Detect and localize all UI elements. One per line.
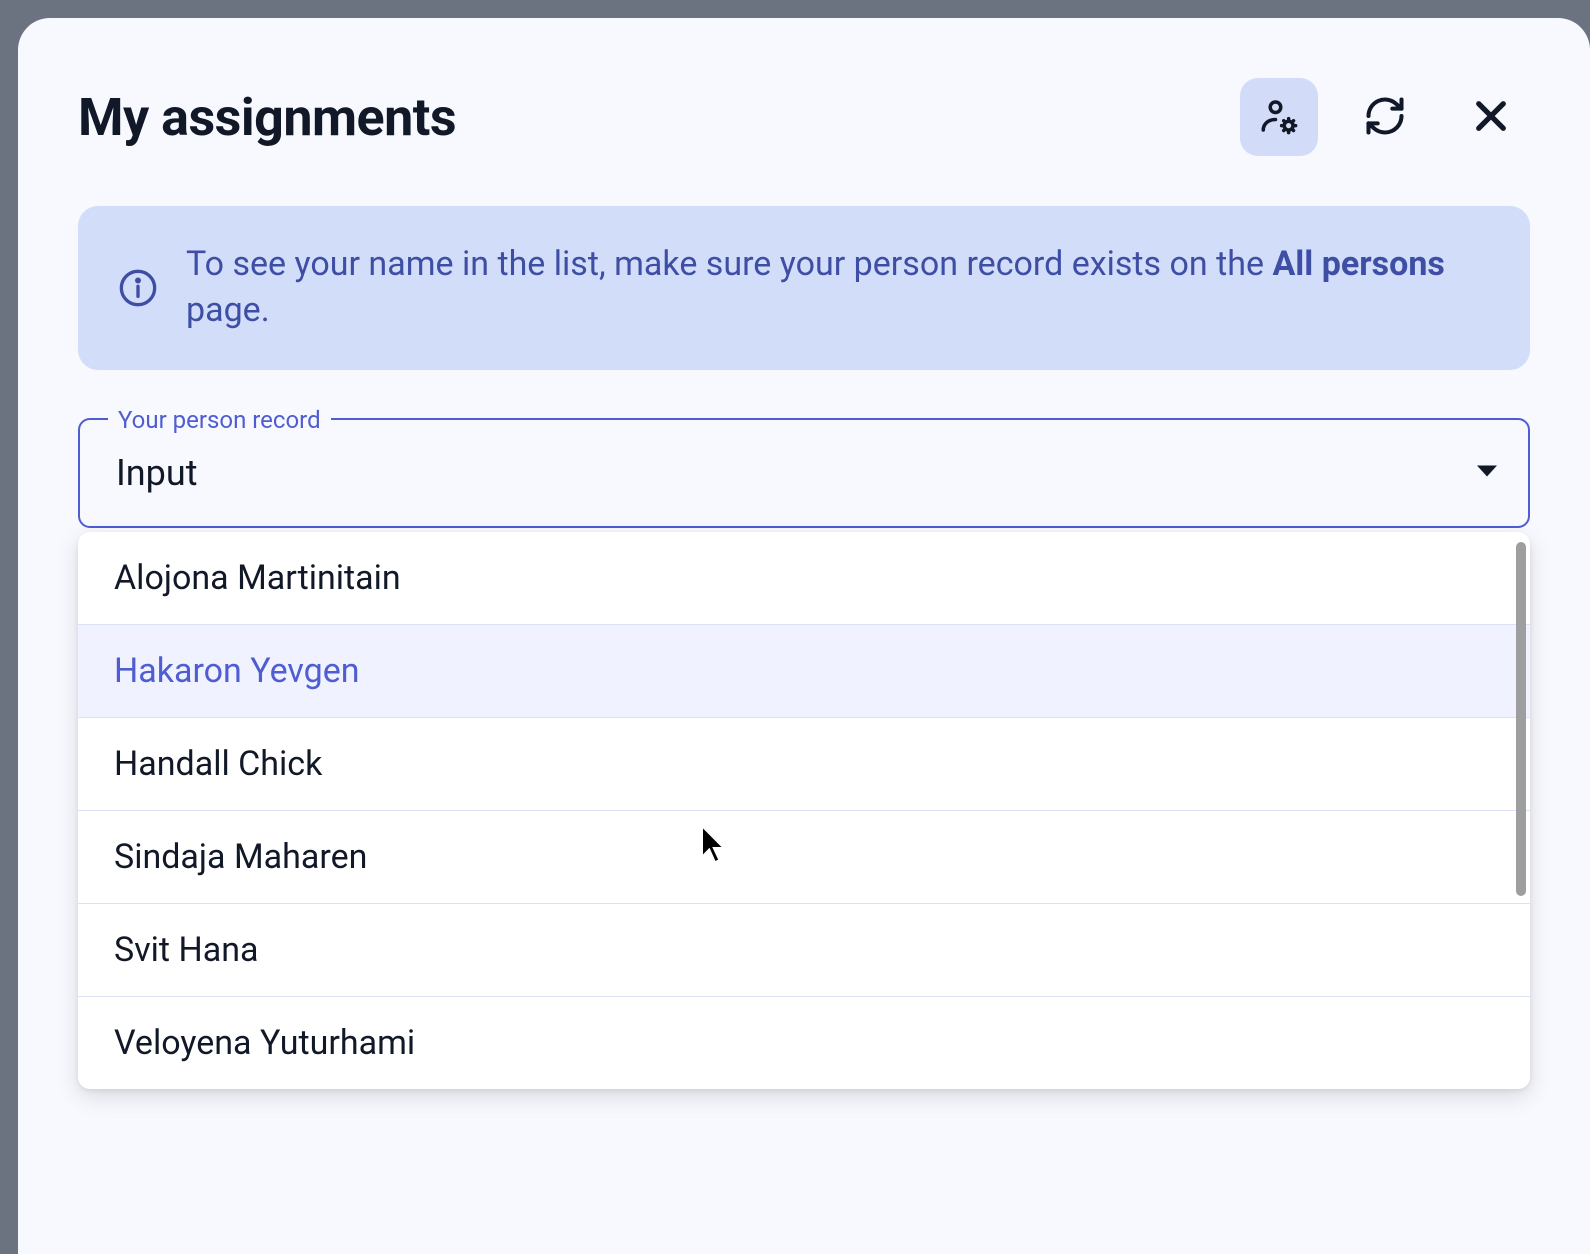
dropdown-option[interactable]: Veloyena Yuturhami (78, 997, 1530, 1089)
dropdown-option[interactable]: Svit Hana (78, 904, 1530, 997)
person-dropdown-panel: Alojona MartinitainHakaron YevgenHandall… (78, 532, 1530, 1089)
dropdown-option[interactable]: Hakaron Yevgen (78, 625, 1530, 718)
close-icon (1470, 95, 1512, 140)
close-button[interactable] (1452, 78, 1530, 156)
dialog-header: My assignments (78, 78, 1530, 156)
info-banner-text: To see your name in the list, make sure … (186, 242, 1490, 334)
dropdown-option[interactable]: Handall Chick (78, 718, 1530, 811)
refresh-icon (1363, 94, 1407, 141)
info-icon (118, 268, 158, 308)
dropdown-option[interactable]: Sindaja Maharen (78, 811, 1530, 904)
info-banner: To see your name in the list, make sure … (78, 206, 1530, 370)
header-actions (1240, 78, 1530, 156)
refresh-button[interactable] (1346, 78, 1424, 156)
person-settings-button[interactable] (1240, 78, 1318, 156)
dialog-title: My assignments (78, 87, 456, 148)
dropdown-list[interactable]: Alojona MartinitainHakaron YevgenHandall… (78, 532, 1530, 1089)
person-record-field-wrapper: Your person record Alojona MartinitainHa… (78, 418, 1530, 528)
scrollbar-thumb[interactable] (1516, 542, 1526, 896)
dropdown-option[interactable]: Alojona Martinitain (78, 532, 1530, 625)
person-record-input[interactable] (80, 420, 1528, 526)
field-label: Your person record (108, 406, 331, 434)
my-assignments-dialog: My assignments (18, 18, 1590, 1254)
person-settings-icon (1258, 95, 1300, 140)
person-record-field[interactable]: Your person record (78, 418, 1530, 528)
